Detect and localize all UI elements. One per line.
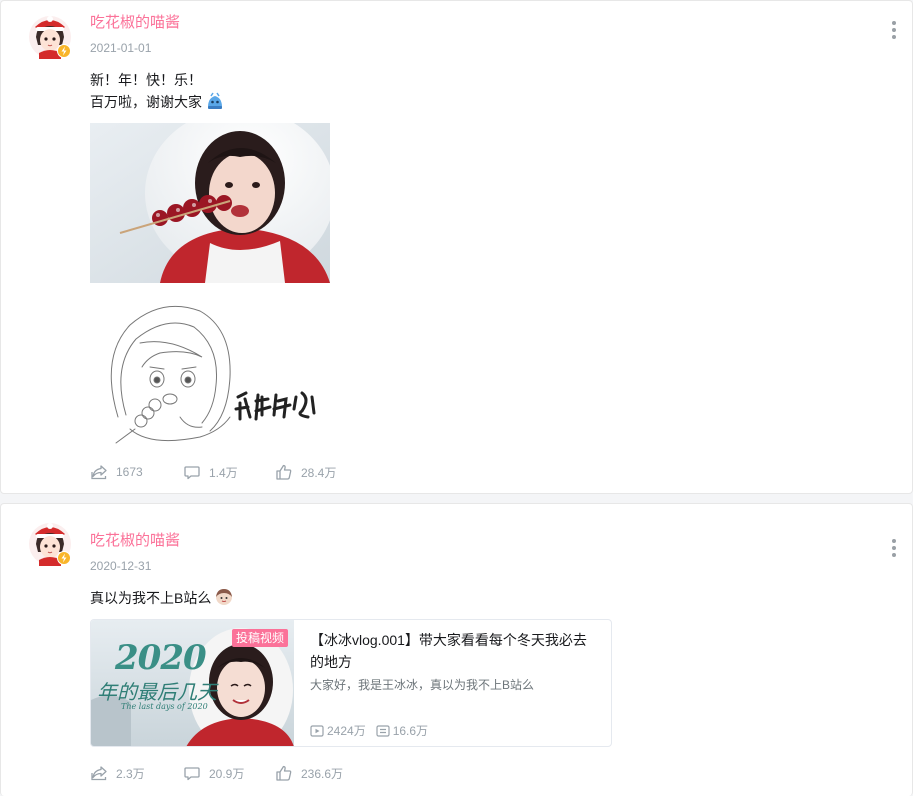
text-line-with-emoji: 百万啦，谢谢大家 [90, 91, 225, 113]
comment-icon [184, 767, 200, 781]
post-text: 真以为我不上B站么 [90, 587, 234, 609]
video-stats: 2424万 16.6万 [310, 722, 438, 739]
video-thumbnail[interactable]: 2020 年的最后几天 The last days of 2020 投稿视频 [91, 620, 294, 746]
post-photo[interactable] [90, 123, 330, 283]
danmaku-icon [376, 724, 390, 737]
comment-count: 1.4万 [209, 465, 238, 480]
play-count: 2424万 [327, 724, 366, 738]
post-date[interactable]: 2021-01-01 [90, 41, 151, 55]
comment-icon [184, 466, 200, 480]
bilibili-tv-emoji-icon [208, 92, 222, 109]
play-count-icon [310, 724, 324, 737]
thumbs-up-icon [276, 464, 292, 480]
comment-button[interactable]: 1.4万 [183, 463, 275, 481]
post-text: 新！年！快！乐！ 百万啦，谢谢大家 [90, 69, 225, 113]
author-name[interactable]: 吃花椒的喵酱 [90, 532, 180, 550]
like-count: 28.4万 [301, 465, 337, 480]
text-line: 百万啦，谢谢大家 [90, 94, 202, 110]
comment-count: 20.9万 [209, 766, 245, 781]
text-line: 真以为我不上B站么 [90, 590, 212, 606]
like-count: 236.6万 [301, 766, 344, 781]
verified-badge-icon [57, 44, 71, 58]
share-button[interactable]: 1673 [90, 463, 183, 481]
action-bar: 2.3万 20.9万 236.6万 [90, 764, 343, 782]
dynamic-card: 吃花椒的喵酱 2021-01-01 新！年！快！乐！ 百万啦，谢谢大家 1673… [0, 0, 913, 494]
video-title[interactable]: 【冰冰vlog.001】带大家看看每个冬天我必去的地方 [310, 629, 596, 673]
share-icon [91, 766, 107, 781]
more-options-icon[interactable] [888, 539, 900, 559]
author-name[interactable]: 吃花椒的喵酱 [90, 14, 180, 32]
more-options-icon[interactable] [888, 21, 900, 41]
thumb-caption-text: The last days of 2020 [121, 702, 208, 711]
share-button[interactable]: 2.3万 [90, 764, 183, 782]
video-description: 大家好，我是王冰冰，真以为我不上B站么 [310, 678, 535, 692]
thumb-subtitle-text: 年的最后几天 [97, 680, 217, 704]
share-icon [91, 465, 107, 480]
avatar[interactable] [28, 522, 72, 566]
girl-emoji-icon [216, 589, 233, 605]
danmaku-count: 16.6万 [392, 724, 429, 738]
text-line: 新！年！快！乐！ [90, 72, 202, 88]
avatar[interactable] [28, 15, 72, 59]
play-count-stat: 2424万 [310, 722, 366, 739]
action-bar: 1673 1.4万 28.4万 [90, 463, 336, 481]
like-button[interactable]: 236.6万 [275, 764, 343, 782]
video-card[interactable]: 2020 年的最后几天 The last days of 2020 投稿视频 【… [90, 619, 612, 747]
danmaku-count-stat: 16.6万 [376, 722, 428, 739]
share-count: 1673 [116, 465, 143, 479]
dynamic-card: 吃花椒的喵酱 2020-12-31 真以为我不上B站么 2020 年的最后几天 … [0, 503, 913, 796]
post-sketch-image[interactable] [90, 297, 330, 449]
like-button[interactable]: 28.4万 [275, 463, 336, 481]
share-count: 2.3万 [116, 766, 145, 781]
thumbs-up-icon [276, 765, 292, 781]
video-type-badge: 投稿视频 [232, 629, 289, 647]
thumb-year-text: 2020 [115, 638, 207, 678]
verified-badge-icon [57, 551, 71, 565]
comment-button[interactable]: 20.9万 [183, 764, 275, 782]
post-date[interactable]: 2020-12-31 [90, 559, 151, 573]
